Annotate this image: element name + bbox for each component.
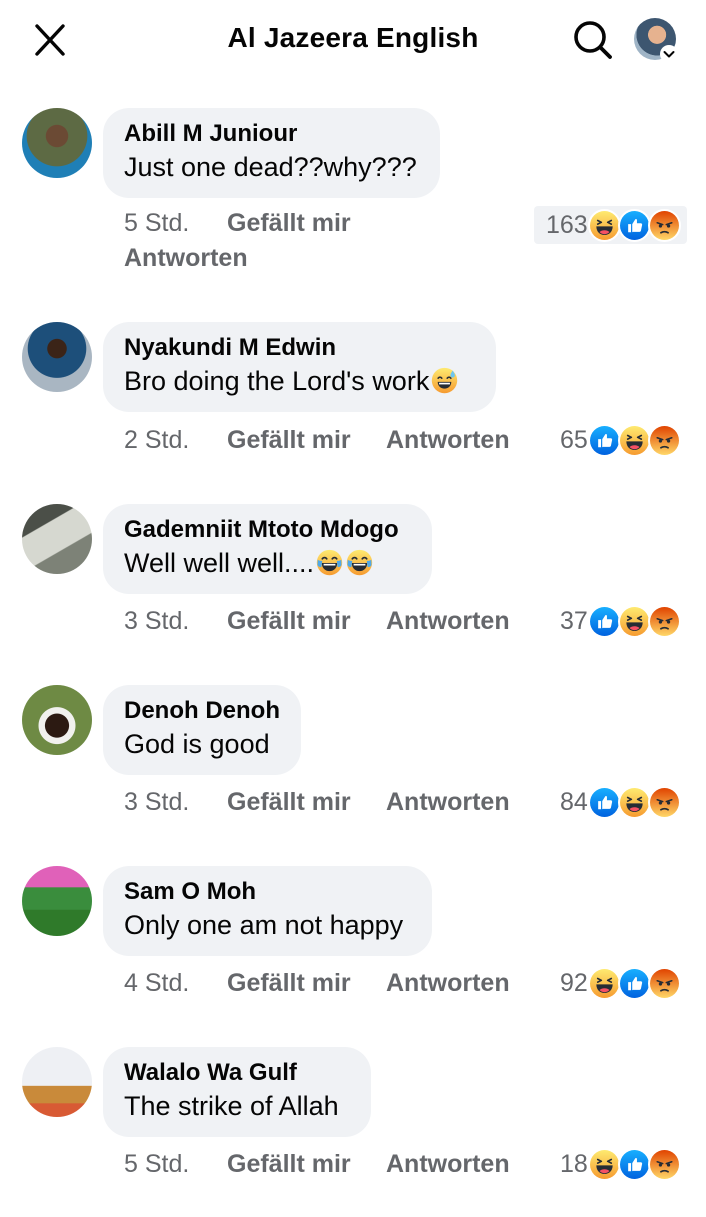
avatar[interactable]: [22, 322, 92, 392]
reaction-summary[interactable]: 84: [560, 783, 681, 821]
avatar[interactable]: [22, 108, 92, 178]
tears-of-joy-emoji: [345, 548, 374, 577]
comment-bubble: Nyakundi M Edwin Bro doing the Lord's wo…: [103, 322, 496, 412]
reaction-summary[interactable]: 65: [560, 421, 681, 459]
angry-icon: [647, 423, 681, 457]
comment-item: Denoh Denoh God is good 3 Std. Gefällt m…: [0, 685, 706, 855]
comment-item: Nyakundi M Edwin Bro doing the Lord's wo…: [0, 322, 706, 492]
search-button[interactable]: [572, 19, 614, 61]
reaction-summary[interactable]: 92: [560, 964, 681, 1002]
comment-timestamp[interactable]: 2 Std.: [124, 426, 189, 455]
avatar[interactable]: [22, 1047, 92, 1117]
haha-icon: [617, 604, 651, 638]
like-button[interactable]: Gefällt mir: [227, 607, 351, 636]
haha-icon: [617, 423, 651, 457]
angry-icon: [647, 208, 681, 242]
reply-button[interactable]: Antworten: [386, 607, 510, 636]
reaction-count: 18: [560, 1149, 588, 1178]
like-icon: [617, 1147, 651, 1181]
reaction-count: 84: [560, 787, 588, 816]
like-icon: [587, 423, 621, 457]
like-button[interactable]: Gefällt mir: [227, 426, 351, 455]
comment-author[interactable]: Abill M Juniour: [124, 118, 418, 149]
tears-of-joy-emoji: [315, 548, 344, 577]
comment-author[interactable]: Gademniit Mtoto Mdogo: [124, 514, 410, 545]
comment-item: Sam O Moh Only one am not happy 4 Std. G…: [0, 866, 706, 1036]
comment-timestamp[interactable]: 4 Std.: [124, 969, 189, 998]
comment-author[interactable]: Walalo Wa Gulf: [124, 1057, 349, 1088]
comment-timestamp[interactable]: 5 Std.: [124, 1150, 189, 1179]
comment-timestamp[interactable]: 3 Std.: [124, 788, 189, 817]
comment-text: Only one am not happy: [124, 910, 404, 940]
comment-timestamp[interactable]: 3 Std.: [124, 607, 189, 636]
chevron-down-icon: [660, 45, 678, 63]
reply-button[interactable]: Antworten: [386, 788, 510, 817]
reply-button[interactable]: Antworten: [386, 969, 510, 998]
reaction-summary[interactable]: 163: [534, 206, 687, 244]
reaction-count: 65: [560, 425, 588, 454]
avatar[interactable]: [22, 685, 92, 755]
comment-text: Just one dead??why???: [124, 152, 417, 182]
comment-bubble: Denoh Denoh God is good: [103, 685, 301, 775]
haha-icon: [587, 208, 621, 242]
comment-bubble: Walalo Wa Gulf The strike of Allah: [103, 1047, 371, 1137]
comment-bubble: Abill M Juniour Just one dead??why???: [103, 108, 440, 198]
reaction-count: 92: [560, 968, 588, 997]
comment-bubble: Gademniit Mtoto Mdogo Well well well....: [103, 504, 432, 594]
like-button[interactable]: Gefällt mir: [227, 209, 351, 238]
comment-timestamp[interactable]: 5 Std.: [124, 209, 189, 238]
reaction-count: 37: [560, 606, 588, 635]
comment-text: Bro doing the Lord's work: [124, 363, 474, 400]
comment-author[interactable]: Sam O Moh: [124, 876, 410, 907]
reply-button[interactable]: Antworten: [386, 426, 510, 455]
haha-icon: [617, 785, 651, 819]
comment-item: Walalo Wa Gulf The strike of Allah 5 Std…: [0, 1047, 706, 1217]
like-icon: [587, 785, 621, 819]
comment-text: Well well well....: [124, 545, 410, 582]
reaction-summary[interactable]: 18: [560, 1145, 681, 1183]
comment-text: God is good: [124, 729, 270, 759]
like-icon: [617, 966, 651, 1000]
like-icon: [617, 208, 651, 242]
comment-text: The strike of Allah: [124, 1091, 339, 1121]
comment-item: Gademniit Mtoto Mdogo Well well well....…: [0, 504, 706, 674]
comment-author[interactable]: Nyakundi M Edwin: [124, 332, 474, 363]
angry-icon: [647, 1147, 681, 1181]
search-icon: [574, 21, 612, 59]
reply-button[interactable]: Antworten: [124, 244, 248, 273]
like-button[interactable]: Gefällt mir: [227, 788, 351, 817]
haha-icon: [587, 1147, 621, 1181]
comment-item: Abill M Juniour Just one dead??why??? 5 …: [0, 108, 706, 278]
profile-menu-button[interactable]: [634, 18, 680, 63]
reply-button[interactable]: Antworten: [386, 1150, 510, 1179]
like-icon: [587, 604, 621, 638]
like-button[interactable]: Gefällt mir: [227, 969, 351, 998]
reaction-summary[interactable]: 37: [560, 602, 681, 640]
top-bar: Al Jazeera English: [0, 0, 706, 80]
angry-icon: [647, 785, 681, 819]
like-button[interactable]: Gefällt mir: [227, 1150, 351, 1179]
reaction-count: 163: [546, 210, 588, 239]
comment-author[interactable]: Denoh Denoh: [124, 695, 280, 726]
angry-icon: [647, 966, 681, 1000]
comment-bubble: Sam O Moh Only one am not happy: [103, 866, 432, 956]
avatar[interactable]: [22, 866, 92, 936]
haha-icon: [587, 966, 621, 1000]
angry-icon: [647, 604, 681, 638]
avatar[interactable]: [22, 504, 92, 574]
sweat-smile-emoji: [430, 366, 459, 395]
